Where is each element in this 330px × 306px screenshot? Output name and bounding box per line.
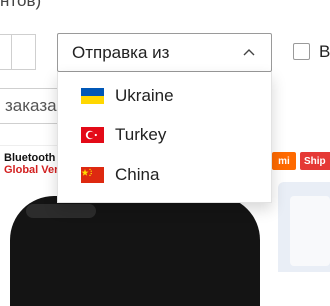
product-image-highlight	[26, 204, 96, 218]
option-china[interactable]: China	[81, 163, 159, 187]
chevron-up-icon	[243, 49, 255, 56]
product-badges: mi Ship	[272, 152, 330, 170]
segment-button[interactable]	[0, 34, 11, 70]
ship-from-label: Отправка из	[72, 42, 170, 62]
product-card-divider	[0, 145, 60, 146]
option-ukraine[interactable]: Ukraine	[81, 84, 174, 108]
option-label: China	[115, 165, 160, 184]
option-turkey[interactable]: Turkey	[81, 123, 166, 147]
filter-checkbox[interactable]	[293, 43, 310, 60]
option-label: Turkey	[115, 125, 167, 144]
product-promo-line-2: Global Ver	[4, 164, 59, 176]
ship-from-dropdown[interactable]: Отправка из	[57, 33, 272, 72]
product-promo-line-1: Bluetooth	[4, 152, 56, 164]
brand-badge: mi	[272, 152, 296, 170]
turkey-flag-icon	[81, 127, 104, 143]
ukraine-flag-icon	[81, 88, 104, 104]
segment-button[interactable]	[11, 34, 36, 70]
product-image-detail	[290, 196, 330, 266]
option-label: Ukraine	[115, 86, 174, 105]
order-search-input[interactable]	[0, 88, 60, 124]
filter-header-text: нтов)	[0, 0, 42, 10]
ship-from-menu: Ukraine Turkey China	[57, 72, 272, 203]
shipping-badge: Ship	[300, 152, 330, 170]
filter-checkbox-label: B	[319, 42, 330, 61]
china-flag-icon	[81, 167, 104, 183]
